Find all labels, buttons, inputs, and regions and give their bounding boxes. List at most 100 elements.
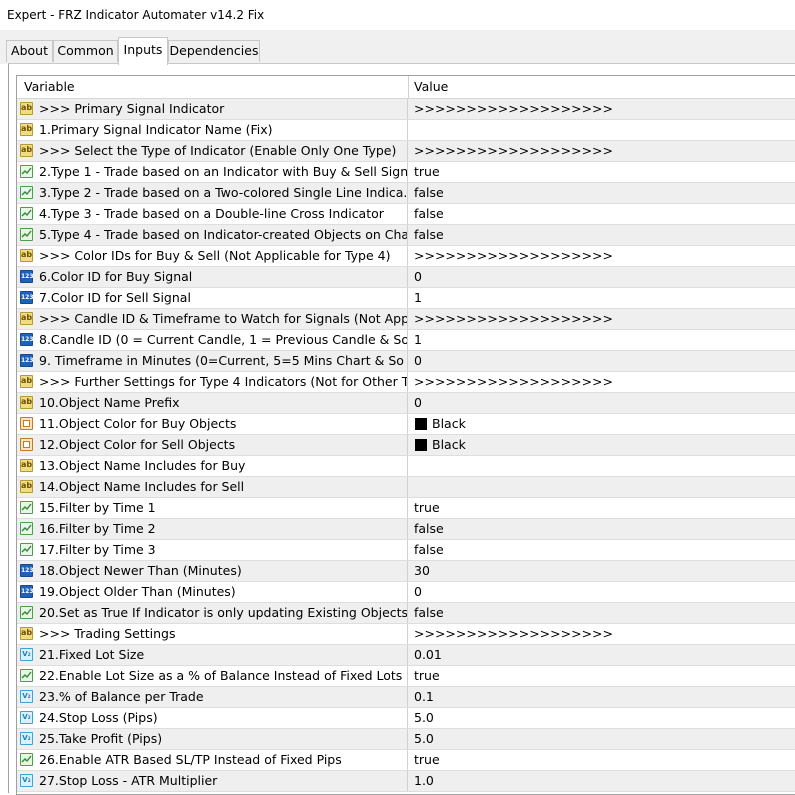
variable-cell[interactable]: 9. Timeframe in Minutes (0=Current, 5=5 … [17, 351, 408, 371]
value-cell[interactable] [411, 456, 795, 476]
value-cell[interactable]: Black [411, 435, 795, 455]
variable-cell[interactable]: 6.Color ID for Buy Signal [17, 267, 408, 287]
input-row[interactable]: 19.Object Older Than (Minutes) 0 [17, 582, 795, 603]
variable-cell[interactable]: 12.Object Color for Sell Objects [17, 435, 408, 455]
variable-cell[interactable]: 7.Color ID for Sell Signal [17, 288, 408, 308]
variable-cell[interactable]: 18.Object Newer Than (Minutes) [17, 561, 408, 581]
tab-common[interactable]: Common [53, 40, 118, 62]
value-cell[interactable] [411, 477, 795, 497]
input-row[interactable]: 11.Object Color for Buy Objects Black [17, 414, 795, 435]
input-row[interactable]: 8.Candle ID (0 = Current Candle, 1 = Pre… [17, 330, 795, 351]
value-cell[interactable]: 5.0 [411, 729, 795, 749]
value-cell[interactable]: 1 [411, 288, 795, 308]
input-row[interactable]: >>> Candle ID & Timeframe to Watch for S… [17, 309, 795, 330]
variable-cell[interactable]: 23.% of Balance per Trade [17, 687, 408, 707]
input-row[interactable]: 2.Type 1 - Trade based on an Indicator w… [17, 162, 795, 183]
value-cell[interactable]: 0 [411, 393, 795, 413]
input-row[interactable]: 16.Filter by Time 2 false [17, 519, 795, 540]
value-cell[interactable]: 0.01 [411, 645, 795, 665]
variable-cell[interactable]: 25.Take Profit (Pips) [17, 729, 408, 749]
value-cell[interactable]: true [411, 498, 795, 518]
variable-cell[interactable]: 20.Set as True If Indicator is only upda… [17, 603, 408, 623]
variable-cell[interactable]: 3.Type 2 - Trade based on a Two-colored … [17, 183, 408, 203]
input-row[interactable]: 17.Filter by Time 3 false [17, 540, 795, 561]
input-row[interactable]: >>> Trading Settings >>>>>>>>>>>>>>>>>>> [17, 624, 795, 645]
variable-cell[interactable]: 10.Object Name Prefix [17, 393, 408, 413]
variable-cell[interactable]: 19.Object Older Than (Minutes) [17, 582, 408, 602]
value-cell[interactable]: true [411, 666, 795, 686]
variable-cell[interactable]: 15.Filter by Time 1 [17, 498, 408, 518]
variable-cell[interactable]: >>> Primary Signal Indicator [17, 99, 408, 119]
value-cell[interactable]: 30 [411, 561, 795, 581]
input-row[interactable]: 7.Color ID for Sell Signal 1 [17, 288, 795, 309]
tab-dependencies[interactable]: Dependencies [168, 40, 260, 62]
column-header-value[interactable]: Value [414, 76, 448, 98]
input-row[interactable]: 10.Object Name Prefix 0 [17, 393, 795, 414]
variable-cell[interactable]: >>> Candle ID & Timeframe to Watch for S… [17, 309, 408, 329]
value-cell[interactable]: 1.0 [411, 771, 795, 791]
value-cell[interactable]: 0.1 [411, 687, 795, 707]
value-cell[interactable]: 0 [411, 582, 795, 602]
input-row[interactable]: 23.% of Balance per Trade 0.1 [17, 687, 795, 708]
variable-cell[interactable]: 2.Type 1 - Trade based on an Indicator w… [17, 162, 408, 182]
value-cell[interactable]: >>>>>>>>>>>>>>>>>>> [411, 309, 795, 329]
variable-cell[interactable]: 17.Filter by Time 3 [17, 540, 408, 560]
value-cell[interactable]: >>>>>>>>>>>>>>>>>>> [411, 624, 795, 644]
variable-cell[interactable]: 22.Enable Lot Size as a % of Balance Ins… [17, 666, 408, 686]
input-row[interactable]: >>> Select the Type of Indicator (Enable… [17, 141, 795, 162]
input-row[interactable]: 21.Fixed Lot Size 0.01 [17, 645, 795, 666]
value-cell[interactable]: 5.0 [411, 708, 795, 728]
input-row[interactable]: 18.Object Newer Than (Minutes) 30 [17, 561, 795, 582]
value-cell[interactable]: Black [411, 414, 795, 434]
variable-cell[interactable]: 24.Stop Loss (Pips) [17, 708, 408, 728]
variable-cell[interactable]: >>> Trading Settings [17, 624, 408, 644]
variable-cell[interactable]: 16.Filter by Time 2 [17, 519, 408, 539]
value-cell[interactable]: false [411, 603, 795, 623]
input-row[interactable]: 22.Enable Lot Size as a % of Balance Ins… [17, 666, 795, 687]
variable-cell[interactable]: >>> Further Settings for Type 4 Indicato… [17, 372, 408, 392]
value-cell[interactable]: false [411, 519, 795, 539]
value-cell[interactable]: >>>>>>>>>>>>>>>>>>> [411, 246, 795, 266]
value-cell[interactable]: false [411, 204, 795, 224]
variable-cell[interactable]: 27.Stop Loss - ATR Multiplier [17, 771, 408, 791]
input-row[interactable]: 26.Enable ATR Based SL/TP Instead of Fix… [17, 750, 795, 771]
column-divider[interactable] [408, 76, 409, 99]
input-row[interactable]: 5.Type 4 - Trade based on Indicator-crea… [17, 225, 795, 246]
variable-cell[interactable]: 5.Type 4 - Trade based on Indicator-crea… [17, 225, 408, 245]
input-row[interactable]: 25.Take Profit (Pips) 5.0 [17, 729, 795, 750]
variable-cell[interactable]: 13.Object Name Includes for Buy [17, 456, 408, 476]
value-cell[interactable]: true [411, 162, 795, 182]
tab-inputs[interactable]: Inputs [118, 37, 168, 65]
variable-cell[interactable]: 21.Fixed Lot Size [17, 645, 408, 665]
value-cell[interactable]: false [411, 540, 795, 560]
variable-cell[interactable]: 1.Primary Signal Indicator Name (Fix) [17, 120, 408, 140]
input-row[interactable]: >>> Further Settings for Type 4 Indicato… [17, 372, 795, 393]
input-row[interactable]: 27.Stop Loss - ATR Multiplier 1.0 [17, 771, 795, 792]
value-cell[interactable]: 0 [411, 267, 795, 287]
input-row[interactable]: 6.Color ID for Buy Signal 0 [17, 267, 795, 288]
column-header-variable[interactable]: Variable [24, 76, 75, 98]
variable-cell[interactable]: 26.Enable ATR Based SL/TP Instead of Fix… [17, 750, 408, 770]
input-row[interactable]: 3.Type 2 - Trade based on a Two-colored … [17, 183, 795, 204]
variable-cell[interactable]: 8.Candle ID (0 = Current Candle, 1 = Pre… [17, 330, 408, 350]
input-row[interactable]: 20.Set as True If Indicator is only upda… [17, 603, 795, 624]
value-cell[interactable]: >>>>>>>>>>>>>>>>>>> [411, 99, 795, 119]
value-cell[interactable] [411, 120, 795, 140]
input-row[interactable]: 13.Object Name Includes for Buy [17, 456, 795, 477]
input-row[interactable]: >>> Color IDs for Buy & Sell (Not Applic… [17, 246, 795, 267]
input-row[interactable]: 9. Timeframe in Minutes (0=Current, 5=5 … [17, 351, 795, 372]
value-cell[interactable]: false [411, 183, 795, 203]
input-row[interactable]: 14.Object Name Includes for Sell [17, 477, 795, 498]
input-row[interactable]: 4.Type 3 - Trade based on a Double-line … [17, 204, 795, 225]
variable-cell[interactable]: >>> Select the Type of Indicator (Enable… [17, 141, 408, 161]
value-cell[interactable]: false [411, 225, 795, 245]
variable-cell[interactable]: 4.Type 3 - Trade based on a Double-line … [17, 204, 408, 224]
input-row[interactable]: 1.Primary Signal Indicator Name (Fix) [17, 120, 795, 141]
tab-about[interactable]: About [6, 40, 53, 62]
variable-cell[interactable]: >>> Color IDs for Buy & Sell (Not Applic… [17, 246, 408, 266]
value-cell[interactable]: 1 [411, 330, 795, 350]
value-cell[interactable]: >>>>>>>>>>>>>>>>>>> [411, 141, 795, 161]
input-row[interactable]: >>> Primary Signal Indicator >>>>>>>>>>>>… [17, 99, 795, 120]
value-cell[interactable]: 0 [411, 351, 795, 371]
input-row[interactable]: 24.Stop Loss (Pips) 5.0 [17, 708, 795, 729]
